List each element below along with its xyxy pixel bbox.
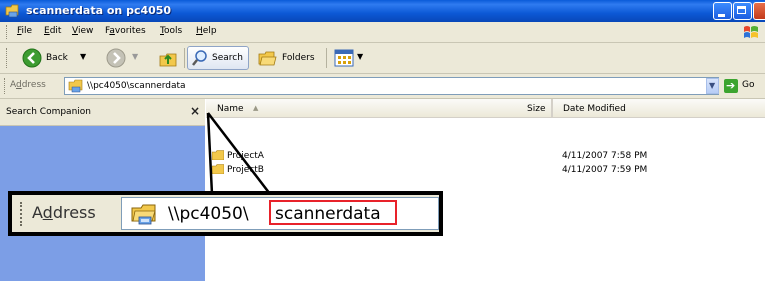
column-header-date[interactable]: Date Modified	[552, 99, 765, 118]
search-companion-pane: Search Companion ×	[0, 99, 205, 281]
address-input[interactable]: \\pc4050\scannerdata	[64, 77, 719, 95]
back-button[interactable]: Back ▼	[16, 46, 91, 70]
views-icon	[334, 49, 354, 67]
toolbar-grip[interactable]	[6, 48, 10, 68]
folders-icon	[258, 51, 277, 66]
views-button[interactable]: ▼	[333, 46, 367, 70]
file-name: ProjectA	[227, 151, 264, 161]
close-button[interactable]	[753, 2, 765, 20]
file-date: 4/11/2007 7:58 PM	[562, 151, 648, 161]
go-button[interactable]: ➔	[724, 79, 738, 93]
toolbar-separator	[326, 48, 327, 68]
network-folder-icon	[68, 79, 83, 93]
forward-dropdown-icon[interactable]: ▼	[132, 52, 138, 61]
address-label: Address	[10, 80, 46, 90]
search-button[interactable]: Search	[187, 46, 249, 70]
highlight-box: scannerdata	[269, 200, 397, 225]
folder-icon	[212, 150, 224, 160]
menu-file[interactable]: File	[17, 26, 32, 36]
maximize-button[interactable]	[733, 2, 752, 20]
forward-arrow-icon	[106, 48, 126, 68]
back-arrow-icon	[22, 48, 42, 68]
address-dropdown-button[interactable]: ▼	[706, 78, 719, 94]
column-name-label: Name	[217, 104, 244, 114]
file-date: 4/11/2007 7:59 PM	[562, 165, 648, 175]
toolbar-separator	[184, 48, 185, 68]
callout-address-bar: Address \\pc4050\ scannerdata	[12, 195, 439, 232]
windows-logo-icon	[744, 26, 758, 38]
views-dropdown-icon: ▼	[357, 52, 364, 61]
up-folder-icon[interactable]	[158, 48, 178, 68]
address-grip[interactable]	[4, 78, 8, 94]
address-zoom-callout: Address \\pc4050\ scannerdata	[8, 191, 443, 236]
minimize-button[interactable]	[713, 2, 732, 20]
callout-address-field: \\pc4050\ scannerdata	[121, 197, 439, 230]
menu-grip[interactable]	[6, 25, 10, 39]
back-label: Back	[46, 53, 68, 63]
chevron-down-icon: ▼	[709, 81, 716, 90]
menu-edit[interactable]: Edit	[44, 26, 61, 36]
menu-bar: File Edit View Favorites Tools Help	[0, 22, 765, 43]
column-header-name[interactable]: Name ▲ Size	[206, 99, 552, 118]
menu-tools[interactable]: Tools	[160, 26, 182, 36]
network-folder-icon	[131, 204, 156, 225]
network-folder-icon	[5, 4, 19, 18]
column-size-label: Size	[527, 104, 546, 114]
search-companion-header: Search Companion ×	[0, 99, 205, 126]
back-dropdown-icon[interactable]: ▼	[80, 52, 86, 61]
window-title: scannerdata on pc4050	[26, 4, 172, 17]
menu-view[interactable]: View	[72, 26, 93, 36]
column-date-label: Date Modified	[563, 104, 626, 114]
menu-help[interactable]: Help	[196, 26, 217, 36]
file-name: ProjectB	[227, 165, 264, 175]
address-value: \\pc4050\scannerdata	[87, 81, 186, 91]
address-bar: Address \\pc4050\scannerdata ▼ ➔ Go	[0, 74, 765, 99]
folder-icon	[212, 164, 224, 174]
search-icon	[192, 50, 207, 66]
go-arrow-icon: ➔	[726, 79, 736, 92]
callout-path-highlight: scannerdata	[275, 204, 381, 224]
menu-favorites[interactable]: Favorites	[105, 26, 146, 36]
explorer-window: scannerdata on pc4050 File Edit View Fav…	[0, 0, 765, 281]
callout-grip	[20, 202, 24, 226]
folders-label: Folders	[282, 53, 315, 63]
file-list: Name ▲ Size Date Modified ProjectA 4/11/…	[206, 99, 765, 281]
close-pane-icon[interactable]: ×	[190, 104, 200, 118]
search-companion-title: Search Companion	[6, 107, 91, 117]
forward-button[interactable]: ▼	[106, 46, 146, 70]
list-item[interactable]: ProjectA 4/11/2007 7:58 PM	[206, 150, 765, 163]
list-item[interactable]: ProjectB 4/11/2007 7:59 PM	[206, 164, 765, 177]
go-label[interactable]: Go	[742, 80, 754, 90]
callout-address-label: Address	[32, 203, 96, 222]
search-label: Search	[212, 53, 243, 63]
standard-toolbar: Back ▼ ▼ Search Folders ▼	[0, 43, 765, 74]
callout-path-prefix: \\pc4050\	[168, 204, 249, 224]
sort-ascending-icon: ▲	[253, 104, 259, 112]
folders-button[interactable]: Folders	[256, 46, 320, 70]
title-bar[interactable]: scannerdata on pc4050	[0, 0, 765, 22]
